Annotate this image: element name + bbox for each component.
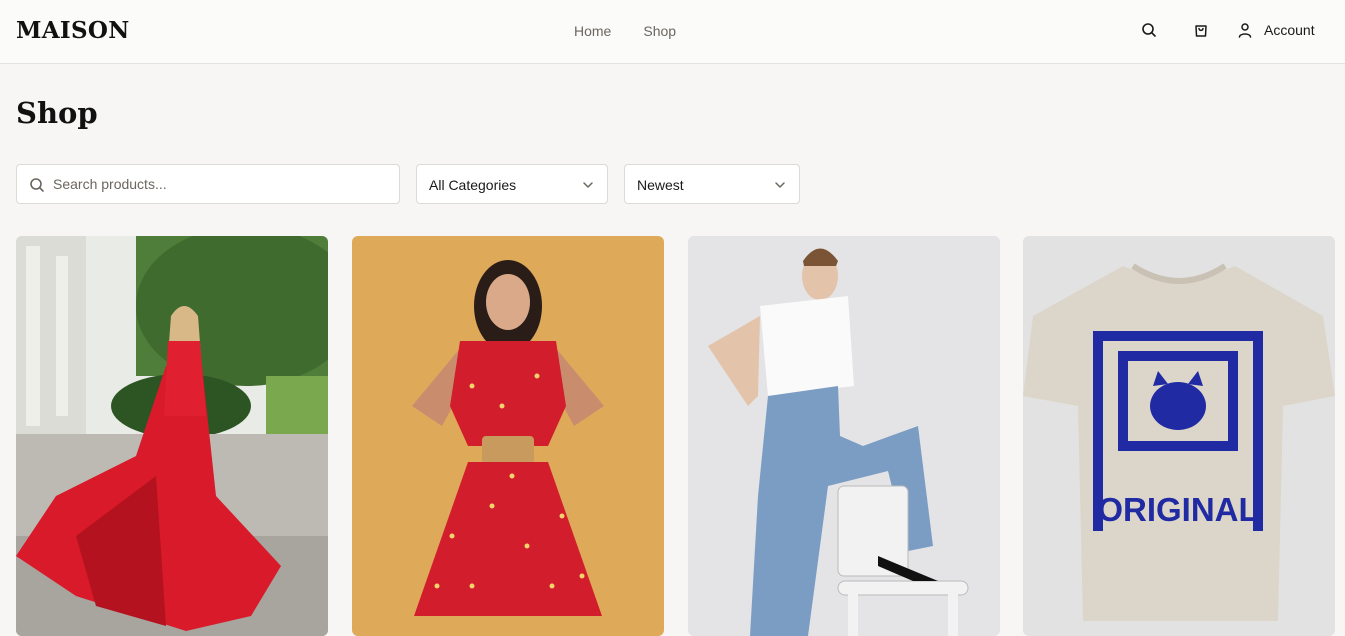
- chevron-down-icon: [775, 182, 785, 188]
- category-select-value: All Categories: [429, 177, 517, 193]
- page-title: Shop: [16, 96, 98, 130]
- nav-shop[interactable]: Shop: [643, 23, 676, 39]
- search-icon[interactable]: [1140, 21, 1158, 39]
- product-image: [16, 236, 328, 636]
- search-input[interactable]: [53, 165, 393, 203]
- sort-select[interactable]: Newest: [624, 164, 800, 204]
- sort-select-value: Newest: [637, 177, 684, 193]
- product-card[interactable]: ORIGINAL: [1023, 236, 1335, 636]
- product-card[interactable]: [16, 236, 328, 636]
- product-image: [352, 236, 664, 636]
- user-icon: [1236, 21, 1254, 39]
- product-image: ORIGINAL: [1023, 236, 1335, 636]
- cart-icon[interactable]: [1192, 21, 1210, 39]
- product-search[interactable]: [16, 164, 400, 204]
- site-header: MAISON Home Shop Account: [0, 0, 1345, 64]
- category-select[interactable]: All Categories: [416, 164, 608, 204]
- chevron-down-icon: [583, 182, 593, 188]
- nav-home[interactable]: Home: [574, 23, 611, 39]
- product-card[interactable]: [352, 236, 664, 636]
- account-link[interactable]: Account: [1236, 21, 1315, 39]
- account-label: Account: [1264, 22, 1315, 38]
- main-nav: Home Shop: [574, 23, 676, 39]
- product-card[interactable]: [688, 236, 1000, 636]
- header-actions: Account: [1140, 21, 1315, 39]
- search-icon: [30, 178, 44, 192]
- product-image: [688, 236, 1000, 636]
- brand-logo[interactable]: MAISON: [16, 17, 130, 44]
- print-text: ORIGINAL: [1097, 491, 1258, 528]
